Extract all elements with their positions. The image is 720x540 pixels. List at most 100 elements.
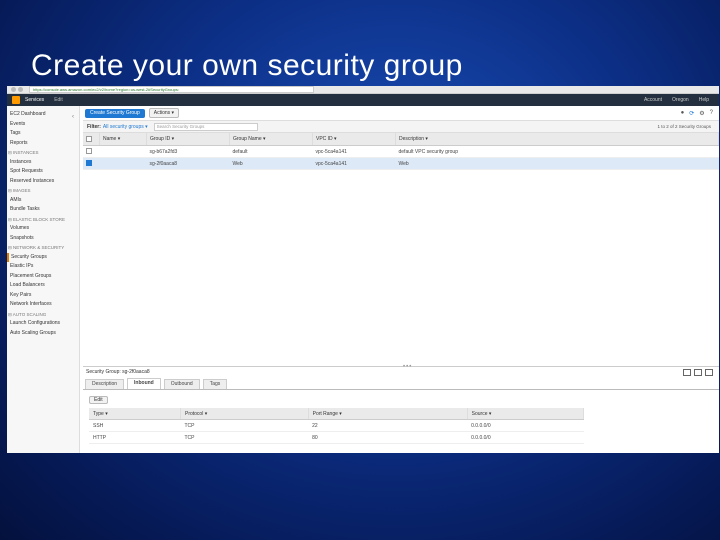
table-cell: 22 bbox=[308, 419, 468, 432]
table-row: HTTP TCP 80 0.0.0.0/0 bbox=[89, 431, 584, 444]
region-menu[interactable]: Oregon bbox=[672, 97, 689, 103]
address-input[interactable]: https://console.aws.amazon.com/ec2/v2/ho… bbox=[29, 86, 314, 93]
sidebar-item[interactable]: Snapshots bbox=[7, 234, 79, 244]
table-header-row: Type ▾ Protocol ▾ Port Range ▾ Source ▾ bbox=[89, 408, 585, 420]
sidebar-item[interactable]: Network Interfaces bbox=[7, 300, 79, 310]
tab-outbound[interactable]: Outbound bbox=[163, 379, 200, 389]
layout-icon[interactable] bbox=[683, 369, 691, 376]
table-cell bbox=[99, 145, 147, 158]
main-panel: Create Security Group Actions ▾ ● ⟳ ⚙ ? … bbox=[83, 106, 719, 453]
checkbox[interactable] bbox=[86, 160, 92, 167]
pager-text: 1 to 2 of 2 Security Groups bbox=[657, 124, 711, 129]
details-tabs: Description Inbound Outbound Tags bbox=[83, 377, 719, 390]
sidebar-item[interactable]: Security Groups bbox=[7, 252, 79, 262]
table-cell: TCP bbox=[180, 419, 309, 432]
sidebar-item[interactable]: EC2 Dashboard bbox=[7, 110, 79, 120]
sidebar-item[interactable]: Instances bbox=[7, 158, 79, 168]
sidebar-item[interactable]: Key Pairs bbox=[7, 291, 79, 301]
console-screenshot: https://console.aws.amazon.com/ec2/v2/ho… bbox=[7, 86, 719, 453]
sidebar-item[interactable]: Auto Scaling Groups bbox=[7, 329, 79, 339]
checkbox[interactable] bbox=[86, 148, 92, 155]
table-cell: sg-b67a2fd3 bbox=[146, 145, 230, 158]
panel-layout-icons bbox=[683, 369, 713, 376]
sidebar-item[interactable]: Volumes bbox=[7, 224, 79, 234]
sidebar-item[interactable]: Placement Groups bbox=[7, 272, 79, 282]
sidebar-item[interactable]: Events bbox=[7, 120, 79, 130]
column-header[interactable]: Description ▾ bbox=[395, 133, 719, 146]
layout-icon[interactable] bbox=[694, 369, 702, 376]
sidebar-item[interactable]: Reserved Instances bbox=[7, 177, 79, 187]
resize-handle[interactable]: ••• bbox=[403, 364, 412, 370]
gear-icon[interactable]: ⚙ bbox=[699, 110, 704, 117]
create-security-group-button[interactable]: Create Security Group bbox=[85, 108, 145, 118]
back-icon[interactable] bbox=[11, 87, 16, 92]
slide-title: Create your own security group bbox=[31, 49, 463, 82]
select-all-cell[interactable] bbox=[83, 133, 100, 146]
table-row[interactable]: sg-2f0aaca8 Web vpc-5ca4a141 Web bbox=[83, 157, 719, 170]
table-row[interactable]: sg-b67a2fd3 default vpc-5ca4a141 default VP… bbox=[83, 145, 719, 158]
column-header: Type ▾ bbox=[89, 408, 181, 420]
row-checkbox-cell[interactable] bbox=[83, 157, 100, 170]
table-cell: 0.0.0.0/0 bbox=[467, 419, 584, 432]
layout-icon[interactable] bbox=[705, 369, 713, 376]
help-icon[interactable]: ? bbox=[710, 110, 713, 117]
security-groups-table: Name ▾ Group ID ▾ Group Name ▾ VPC ID ▾ Desc… bbox=[83, 133, 719, 170]
refresh-icon[interactable]: ⟳ bbox=[689, 110, 694, 117]
toolbar-icons: ● ⟳ ⚙ ? bbox=[681, 110, 713, 117]
sidebar-item[interactable]: Launch Configurations bbox=[7, 319, 79, 329]
column-header: Protocol ▾ bbox=[180, 408, 309, 420]
browser-url-bar: https://console.aws.amazon.com/ec2/v2/ho… bbox=[7, 86, 719, 94]
aws-top-nav: Services Edit Account Oregon Help bbox=[7, 94, 719, 106]
sidebar-item[interactable]: Reports bbox=[7, 139, 79, 149]
sidebar-item[interactable]: Load Balancers bbox=[7, 281, 79, 291]
table-cell: default VPC security group bbox=[395, 145, 719, 158]
edit-menu[interactable]: Edit bbox=[54, 97, 63, 103]
tab-description[interactable]: Description bbox=[85, 379, 125, 389]
table-cell: 80 bbox=[308, 431, 468, 444]
column-header[interactable]: Group ID ▾ bbox=[146, 133, 230, 146]
ec2-sidebar: ‹ EC2 DashboardEventsTagsReportsINSTANCE… bbox=[7, 106, 80, 453]
account-menu[interactable]: Account bbox=[644, 97, 662, 103]
search-input[interactable]: Search Security Groups bbox=[153, 122, 258, 131]
filter-select[interactable]: All security groups ▾ bbox=[103, 124, 148, 130]
table-cell: sg-2f0aaca8 bbox=[146, 157, 230, 170]
row-checkbox-cell[interactable] bbox=[83, 145, 100, 158]
actions-button[interactable]: Actions ▾ bbox=[148, 108, 180, 118]
sidebar-section: INSTANCES bbox=[7, 148, 79, 158]
column-header[interactable]: Group Name ▾ bbox=[229, 133, 313, 146]
sidebar-list: EC2 DashboardEventsTagsReportsINSTANCESI… bbox=[7, 106, 79, 338]
sidebar-item[interactable]: AMIs bbox=[7, 196, 79, 206]
column-header: Source ▾ bbox=[467, 408, 585, 420]
collapse-sidebar-icon[interactable]: ‹ bbox=[72, 114, 74, 120]
column-header[interactable]: Name ▾ bbox=[99, 133, 147, 146]
services-menu[interactable]: Services bbox=[25, 97, 44, 103]
sidebar-item[interactable]: Bundle Tasks bbox=[7, 205, 79, 215]
sidebar-item[interactable]: Elastic IPs bbox=[7, 262, 79, 272]
table-cell: HTTP bbox=[89, 431, 181, 444]
inbound-rules-table: Type ▾ Protocol ▾ Port Range ▾ Source ▾ SSH… bbox=[89, 408, 585, 444]
filter-label: Filter: bbox=[87, 123, 101, 130]
help-menu[interactable]: Help bbox=[699, 97, 709, 103]
checkbox[interactable] bbox=[86, 135, 92, 142]
details-panel: ••• Security Group: sg-2f0aaca8 Descript… bbox=[83, 364, 719, 453]
table-cell: default bbox=[229, 145, 313, 158]
tab-inbound[interactable]: Inbound bbox=[127, 378, 161, 389]
sidebar-section: AUTO SCALING bbox=[7, 310, 79, 320]
table-cell: Web bbox=[395, 157, 719, 170]
sidebar-section: NETWORK & SECURITY bbox=[7, 243, 79, 253]
sidebar-item[interactable]: Tags bbox=[7, 129, 79, 139]
table-cell: Web bbox=[229, 157, 313, 170]
table-cell: TCP bbox=[180, 431, 309, 444]
user-icon[interactable]: ● bbox=[681, 110, 685, 117]
table-cell: 0.0.0.0/0 bbox=[467, 431, 584, 444]
column-header[interactable]: VPC ID ▾ bbox=[312, 133, 396, 146]
sidebar-section: IMAGES bbox=[7, 186, 79, 196]
table-row: SSH TCP 22 0.0.0.0/0 bbox=[89, 419, 584, 432]
edit-row: Edit bbox=[83, 390, 719, 408]
edit-button[interactable]: Edit bbox=[89, 396, 108, 404]
forward-icon[interactable] bbox=[18, 87, 23, 92]
table-cell: SSH bbox=[89, 419, 181, 432]
sidebar-item[interactable]: Spot Requests bbox=[7, 167, 79, 177]
tab-tags[interactable]: Tags bbox=[202, 379, 228, 389]
aws-logo-icon[interactable] bbox=[12, 96, 20, 104]
